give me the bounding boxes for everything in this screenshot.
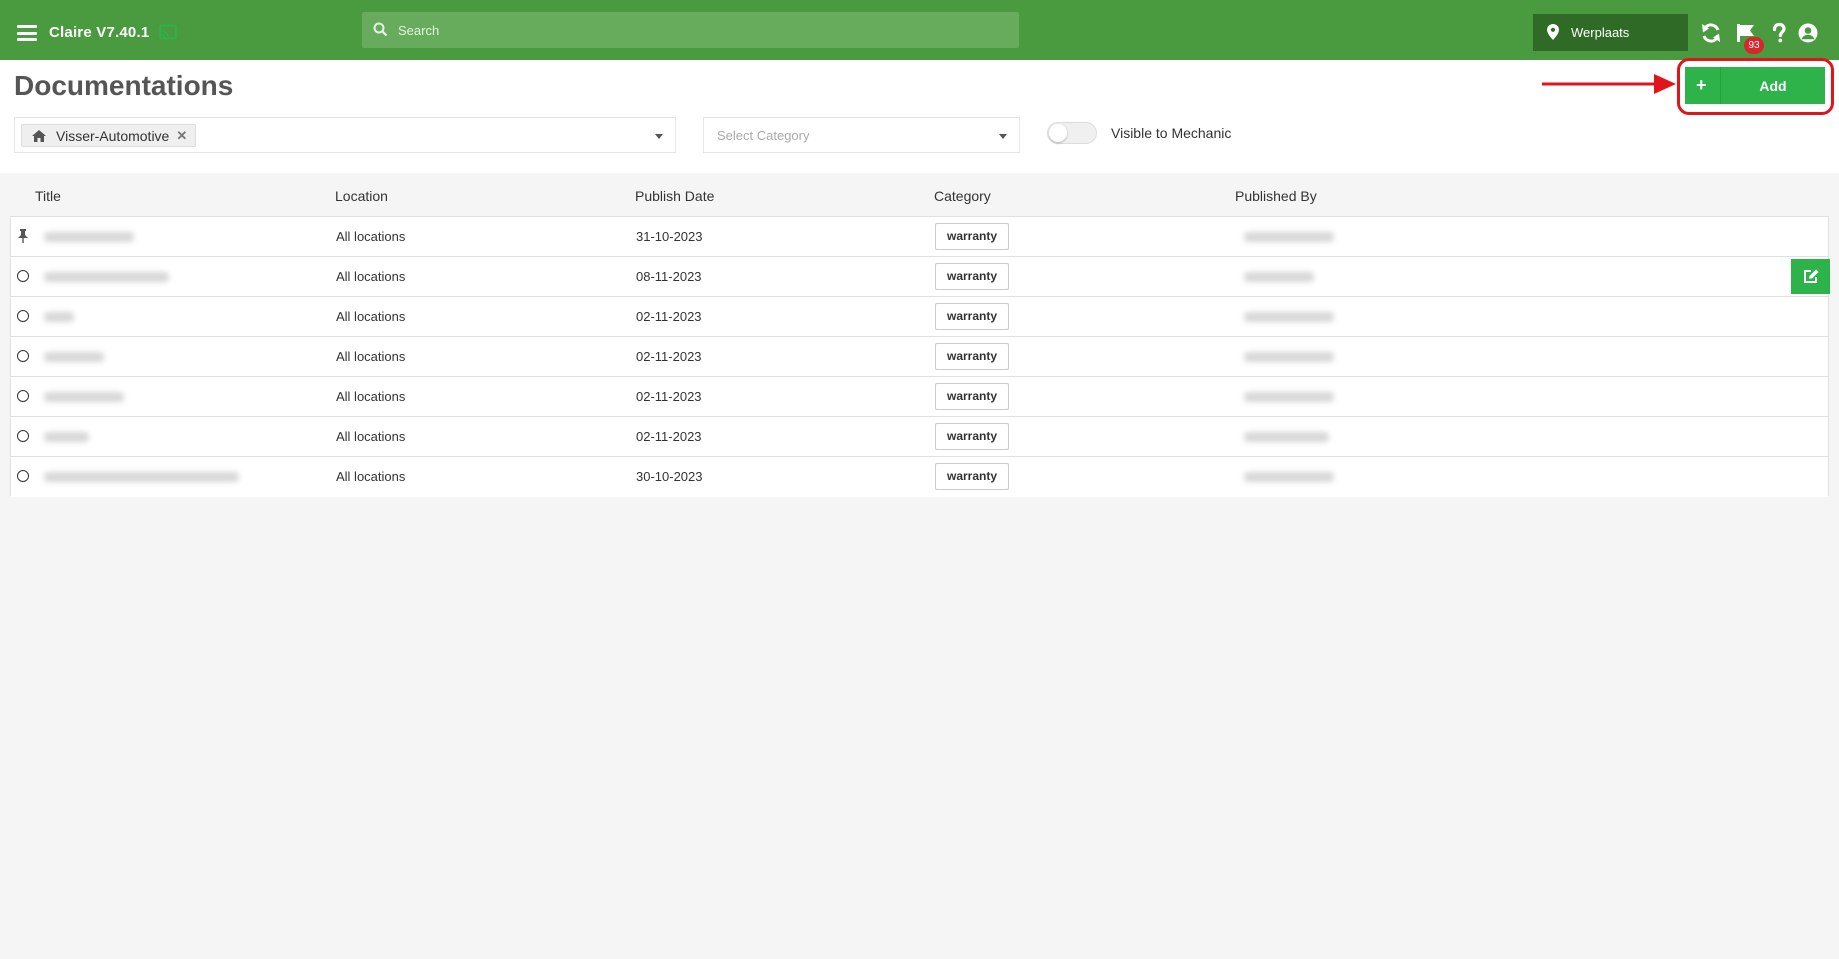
redacted-title — [44, 392, 124, 402]
publish-date-cell: 02-11-2023 — [636, 309, 702, 324]
redacted-title — [44, 312, 74, 322]
edit-button[interactable] — [1791, 259, 1830, 294]
category-badge: warranty — [935, 263, 1010, 290]
select-radio[interactable] — [17, 350, 29, 362]
documentations-table: All locations 31-10-2023 warranty All lo… — [10, 216, 1830, 497]
location-cell: All locations — [336, 429, 406, 444]
annotation-arrow — [1542, 74, 1676, 94]
column-header-title[interactable]: Title — [35, 188, 61, 204]
publish-date-cell: 08-11-2023 — [636, 269, 702, 284]
table-row[interactable]: All locations 08-11-2023 warranty — [11, 257, 1830, 297]
select-radio[interactable] — [17, 310, 29, 322]
help-icon[interactable] — [1768, 22, 1790, 44]
redacted-publisher — [1244, 312, 1334, 322]
redacted-publisher — [1244, 392, 1334, 402]
redacted-title — [44, 432, 89, 442]
publish-date-cell: 30-10-2023 — [636, 469, 703, 484]
category-select[interactable]: Select Category — [703, 117, 1020, 153]
category-badge: warranty — [935, 223, 1010, 250]
search-input[interactable] — [398, 12, 998, 48]
add-button[interactable]: + Add — [1685, 67, 1825, 104]
redacted-title — [44, 232, 134, 242]
table-row[interactable]: All locations 02-11-2023 warranty — [11, 377, 1828, 417]
visible-to-mechanic-label: Visible to Mechanic — [1111, 125, 1232, 141]
category-placeholder: Select Category — [717, 128, 810, 143]
refresh-icon[interactable] — [1700, 22, 1722, 44]
location-cell: All locations — [336, 229, 406, 244]
visible-to-mechanic-toggle[interactable] — [1047, 122, 1097, 144]
search-icon — [373, 22, 388, 37]
notification-badge: 93 — [1744, 37, 1764, 54]
table-row[interactable]: All locations 02-11-2023 warranty — [11, 297, 1828, 337]
publish-date-cell: 31-10-2023 — [636, 229, 703, 244]
table-row[interactable]: All locations 02-11-2023 warranty — [11, 417, 1828, 457]
location-selector[interactable]: Werplaats — [1533, 14, 1688, 51]
redacted-publisher — [1244, 272, 1314, 282]
map-pin-icon — [1547, 24, 1559, 40]
pin-icon[interactable] — [17, 229, 29, 243]
home-icon — [32, 129, 46, 142]
location-tag: Visser-Automotive ✕ — [21, 124, 197, 147]
column-header-publish-date[interactable]: Publish Date — [635, 188, 714, 204]
app-title: Claire V7.40.1 — [49, 24, 150, 41]
publish-date-cell: 02-11-2023 — [636, 429, 702, 444]
location-cell: All locations — [336, 309, 406, 324]
category-badge: warranty — [935, 463, 1010, 490]
redacted-publisher — [1244, 232, 1334, 242]
cast-icon[interactable] — [158, 24, 178, 41]
search-box[interactable] — [362, 12, 1019, 48]
location-cell: All locations — [336, 269, 406, 284]
redacted-publisher — [1244, 432, 1329, 442]
table-row[interactable]: All locations 30-10-2023 warranty — [11, 457, 1828, 497]
category-badge: warranty — [935, 303, 1010, 330]
table-row[interactable]: All locations 31-10-2023 warranty — [11, 217, 1828, 257]
category-badge: warranty — [935, 343, 1010, 370]
chevron-down-icon — [999, 134, 1007, 139]
publish-date-cell: 02-11-2023 — [636, 389, 702, 404]
redacted-publisher — [1244, 352, 1334, 362]
table-header: Title Location Publish Date Category Pub… — [10, 173, 1829, 216]
remove-tag-icon[interactable]: ✕ — [176, 128, 187, 144]
select-radio[interactable] — [17, 430, 29, 442]
toggle-knob — [1049, 124, 1067, 142]
category-badge: warranty — [935, 423, 1010, 450]
select-radio[interactable] — [17, 470, 29, 482]
table-row[interactable]: All locations 02-11-2023 warranty — [11, 337, 1828, 377]
top-bar: Claire V7.40.1 Werplaats 93 — [0, 0, 1839, 60]
location-label: Werplaats — [1571, 25, 1630, 40]
column-header-location[interactable]: Location — [335, 188, 388, 204]
plus-icon: + — [1696, 75, 1707, 95]
page-title: Documentations — [14, 70, 234, 101]
chevron-down-icon — [655, 134, 663, 139]
location-filter-select[interactable]: Visser-Automotive ✕ — [14, 117, 676, 153]
menu-icon[interactable] — [17, 25, 37, 41]
add-button-label: Add — [1759, 78, 1787, 94]
redacted-title — [44, 472, 239, 482]
location-cell: All locations — [336, 469, 406, 484]
user-icon[interactable] — [1797, 22, 1819, 44]
column-header-published-by[interactable]: Published By — [1235, 188, 1317, 204]
location-tag-label: Visser-Automotive — [56, 127, 170, 144]
add-icon-zone: + — [1685, 67, 1721, 104]
location-cell: All locations — [336, 349, 406, 364]
select-radio[interactable] — [17, 390, 29, 402]
location-cell: All locations — [336, 389, 406, 404]
edit-icon — [1804, 269, 1819, 283]
redacted-publisher — [1244, 472, 1334, 482]
redacted-title — [44, 352, 104, 362]
select-radio[interactable] — [17, 270, 29, 282]
column-header-category[interactable]: Category — [934, 188, 991, 204]
category-badge: warranty — [935, 383, 1010, 410]
publish-date-cell: 02-11-2023 — [636, 349, 702, 364]
redacted-title — [44, 272, 169, 282]
